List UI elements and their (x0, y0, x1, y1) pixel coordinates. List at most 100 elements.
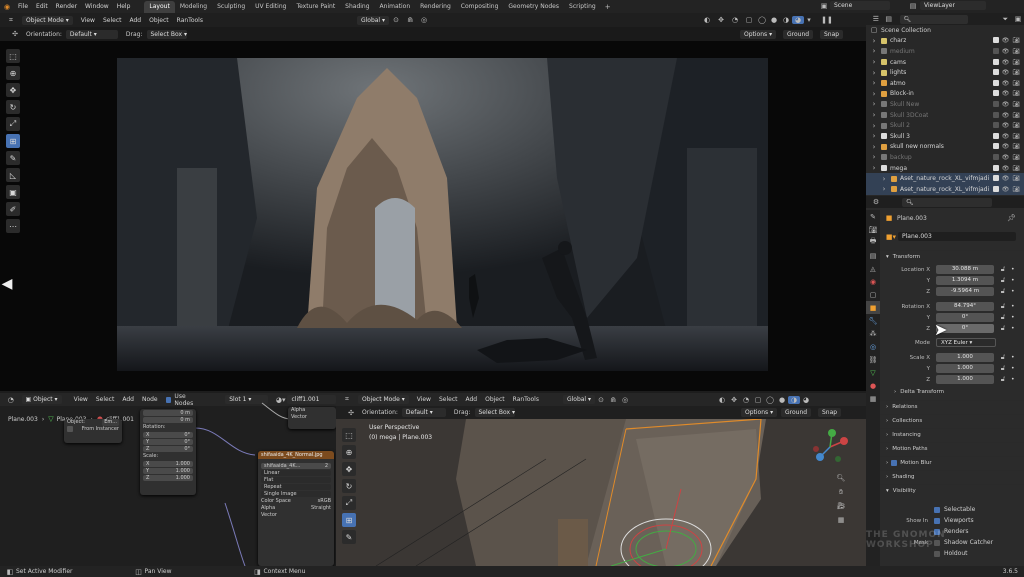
mapping-node[interactable]: 0 m 0 m Rotation: X 0° Y 0° Z 0° Scale: X 1.… (140, 409, 196, 495)
image-users-count[interactable]: 2 (325, 463, 328, 469)
expand-arrow-icon[interactable]: › (870, 100, 878, 108)
exclude-checkbox[interactable] (992, 153, 999, 160)
physics-tab-icon[interactable]: ◎ (866, 340, 880, 353)
image-texture-node-top[interactable]: Alpha Vector (288, 407, 336, 429)
expand-arrow-icon[interactable]: › (870, 164, 878, 172)
tab-uv-editing[interactable]: UV Editing (250, 1, 291, 13)
paint-tool-icon[interactable]: ✐ (6, 202, 20, 216)
exclude-checkbox[interactable] (992, 58, 999, 65)
keyframe-dot-icon[interactable]: • (1011, 277, 1015, 284)
eye-icon[interactable]: 👁︎ (1002, 175, 1010, 182)
secondary-viewport[interactable]: ⌗ Object Mode ▾ View Select Add Object R… (336, 393, 866, 566)
location-z-field[interactable]: -9.5964 m (936, 287, 994, 296)
eye-icon[interactable]: 👁︎ (1002, 112, 1010, 119)
add-cube-tool-icon[interactable]: ▣ (6, 185, 20, 199)
outliner-row[interactable]: › Aset_nature_rock_XL_vifmjadi 👁︎ 📷︎ (866, 173, 1024, 184)
relations-panel[interactable]: › Relations (880, 400, 1024, 412)
expand-arrow-icon[interactable]: › (870, 122, 878, 130)
new-collection-icon[interactable]: ▣ (1012, 15, 1024, 23)
extension-repeat[interactable]: Repeat (264, 484, 282, 490)
exclude-checkbox[interactable] (992, 79, 999, 86)
keyframe-dot-icon[interactable]: • (1011, 303, 1015, 310)
select-tool-icon[interactable]: ⬚ (6, 49, 20, 63)
rotation-mode-dropdown[interactable]: XYZ Euler ▾ (936, 338, 996, 347)
node-editor[interactable]: ◔ ▣ Object ▾ View Select Add Node Use No… (0, 393, 336, 566)
object-datablock-field[interactable]: Plane.003 (898, 232, 1016, 241)
view-layer-selector[interactable]: ViewLayer (920, 1, 986, 10)
rot-y-value[interactable]: 0° (184, 439, 190, 445)
pivot-icon[interactable]: ⊙ (595, 396, 607, 404)
camera-icon[interactable]: 📷︎ (1012, 165, 1020, 172)
measure-tool-icon[interactable]: ◺ (6, 168, 20, 182)
secondary-menu-rantools[interactable]: RanTools (509, 396, 543, 403)
eye-icon[interactable]: 👁︎ (1002, 69, 1010, 76)
secondary-ground-toggle[interactable]: Ground (781, 408, 812, 417)
lock-icon[interactable]: 🔓︎ (998, 313, 1008, 322)
scale-z-value[interactable]: 1.000 (176, 475, 190, 481)
outliner-row[interactable]: › Skull 3 👁︎ 📷︎ (866, 131, 1024, 142)
secondary-snap-toggle[interactable]: Snap (818, 408, 842, 417)
modifier-tab-icon[interactable]: 🔧︎ (866, 314, 880, 327)
xray-icon[interactable]: ▢ (752, 396, 764, 404)
shading-wire-icon[interactable]: ◯ (756, 16, 768, 24)
navigation-gizmo[interactable] (810, 427, 850, 467)
pause-icon[interactable]: ❚❚ (820, 16, 834, 24)
transform-space-dropdown[interactable]: Global ▾ (356, 15, 390, 25)
exclude-checkbox[interactable] (992, 100, 999, 107)
exclude-checkbox[interactable] (992, 69, 999, 76)
keyframe-dot-icon[interactable]: • (1011, 365, 1015, 372)
outliner-row[interactable]: › Skull 3DCoat 👁︎ 📷︎ (866, 110, 1024, 121)
zoom-icon[interactable]: 🔍︎ (834, 471, 848, 485)
annotate-tool-icon[interactable]: ✎ (6, 151, 20, 165)
collection-tab-icon[interactable]: ▢ (866, 288, 880, 301)
menu-help[interactable]: Help (113, 3, 135, 10)
projection-flat[interactable]: Flat (264, 477, 273, 483)
shading-material-icon[interactable]: ◑ (788, 395, 800, 404)
keyframe-dot-icon[interactable]: • (1011, 325, 1015, 332)
lock-icon[interactable]: 🔓︎ (998, 324, 1008, 333)
shading-solid-icon[interactable]: ● (768, 16, 780, 24)
camera-icon[interactable]: 📷︎ (1012, 37, 1020, 44)
keyframe-dot-icon[interactable]: • (1011, 288, 1015, 295)
overlay-icon[interactable]: ◔ (728, 16, 742, 24)
image-file-field[interactable]: shifaaida_4K... (264, 463, 300, 469)
shading-panel[interactable]: › Shading (880, 470, 1024, 482)
source-single-image[interactable]: Single Image (264, 491, 297, 497)
pin-icon[interactable]: 📌︎ (1007, 214, 1016, 222)
rotate-tool-icon[interactable]: ↻ (342, 479, 356, 493)
tab-rendering[interactable]: Rendering (415, 1, 456, 13)
pivot-icon[interactable]: ⊙ (389, 16, 403, 24)
camera-icon[interactable]: 📷︎ (1012, 186, 1020, 193)
menu-window[interactable]: Window (81, 3, 113, 10)
exclude-checkbox[interactable] (992, 164, 999, 171)
output-tab-icon[interactable]: 🖶︎ (866, 236, 880, 249)
world-tab-icon[interactable]: ◉ (866, 275, 880, 288)
pan-hand-icon[interactable]: ✋︎ (834, 485, 848, 499)
display-mode-icon[interactable]: ▤ (882, 15, 896, 23)
eye-icon[interactable]: 👁︎ (1002, 186, 1010, 193)
menu-add[interactable]: Add (125, 17, 145, 24)
eye-icon[interactable]: 👁︎ (1002, 165, 1010, 172)
particles-tab-icon[interactable]: ⁂ (866, 327, 880, 340)
ortho-grid-icon[interactable]: ▦ (834, 513, 848, 527)
tab-geometry-nodes[interactable]: Geometry Nodes (503, 1, 564, 13)
expand-arrow-icon[interactable]: › (870, 143, 878, 151)
keyframe-dot-icon[interactable]: • (1011, 266, 1015, 273)
instancing-panel[interactable]: › Instancing (880, 428, 1024, 440)
lock-icon[interactable]: 🔓︎ (998, 364, 1008, 373)
tab-shading[interactable]: Shading (340, 1, 374, 13)
gizmo-icon[interactable]: ✥ (728, 396, 740, 404)
proportional-icon[interactable]: ◎ (417, 16, 431, 24)
exclude-checkbox[interactable] (992, 122, 999, 129)
blender-logo-icon[interactable]: ◉ (0, 3, 14, 11)
lock-icon[interactable]: 🔓︎ (998, 265, 1008, 274)
loc-z-value[interactable]: 0 m (180, 417, 190, 423)
eye-icon[interactable]: 👁︎ (1002, 37, 1010, 44)
menu-render[interactable]: Render (52, 3, 81, 10)
view-layer-tab-icon[interactable]: ▤ (866, 249, 880, 262)
secondary-menu-object[interactable]: Object (481, 396, 509, 403)
tab-animation[interactable]: Animation (375, 1, 416, 13)
camera-icon[interactable]: 📷︎ (1012, 69, 1020, 76)
expand-arrow-icon[interactable]: › (870, 47, 878, 55)
expand-arrow-icon[interactable]: › (870, 69, 878, 77)
